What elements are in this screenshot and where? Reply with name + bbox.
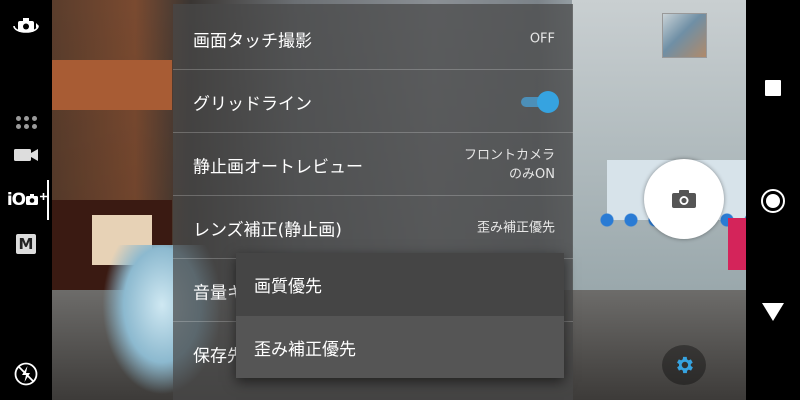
back-icon[interactable] <box>762 303 784 321</box>
photo-mode-icon[interactable]: iO <box>6 188 48 212</box>
camera-mode-rail: iO M <box>0 0 52 400</box>
setting-auto-review[interactable]: 静止画オートレビュー フロントカメラ のみON <box>173 134 573 196</box>
viewfinder-scene <box>52 60 172 110</box>
setting-label: グリッドライン <box>193 94 312 114</box>
toggle-knob <box>537 90 559 113</box>
setting-touch-capture[interactable]: 画面タッチ撮影 OFF <box>173 8 573 70</box>
more-modes-icon[interactable] <box>11 110 41 134</box>
shutter-button[interactable] <box>644 159 724 239</box>
system-nav-bar <box>746 0 800 400</box>
settings-button[interactable] <box>662 345 706 385</box>
home-icon[interactable] <box>761 189 785 213</box>
flash-auto-icon[interactable] <box>11 362 41 386</box>
switch-camera-icon[interactable] <box>11 14 41 38</box>
setting-label: 画面タッチ撮影 <box>193 31 312 51</box>
setting-value: OFF <box>529 31 555 46</box>
recent-apps-icon[interactable] <box>765 80 781 96</box>
last-photo-thumbnail[interactable] <box>662 13 707 58</box>
setting-value: 歪み補正優先 <box>476 220 555 235</box>
viewfinder-scene <box>728 218 746 270</box>
active-mode-indicator <box>47 180 49 220</box>
setting-label: 静止画オートレビュー <box>193 157 363 177</box>
setting-grid-line[interactable]: グリッドライン <box>173 71 573 133</box>
dropdown-option-label: 画質優先 <box>254 276 322 297</box>
dropdown-option-distortion[interactable]: 歪み補正優先 <box>236 316 564 378</box>
photo-mode-label: iO <box>6 190 26 210</box>
video-mode-icon[interactable] <box>11 143 41 167</box>
viewfinder-scene <box>572 0 746 290</box>
setting-value-line: フロントカメラ <box>463 147 555 163</box>
manual-mode-label: M <box>16 234 36 254</box>
camera-icon <box>672 190 696 208</box>
setting-value-line: のみON <box>509 166 555 182</box>
dropdown-option-quality[interactable]: 画質優先 <box>236 253 564 315</box>
setting-label: レンズ補正(静止画) <box>193 220 342 240</box>
gear-icon <box>677 356 693 374</box>
grid-line-toggle[interactable] <box>521 90 559 113</box>
manual-mode-icon[interactable]: M <box>11 232 41 256</box>
dropdown-option-label: 歪み補正優先 <box>254 339 356 360</box>
setting-lens-correction[interactable]: レンズ補正(静止画) 歪み補正優先 <box>173 197 573 259</box>
lens-correction-dropdown: 画質優先 歪み補正優先 <box>236 253 564 378</box>
setting-value: フロントカメラ のみON <box>464 146 555 184</box>
